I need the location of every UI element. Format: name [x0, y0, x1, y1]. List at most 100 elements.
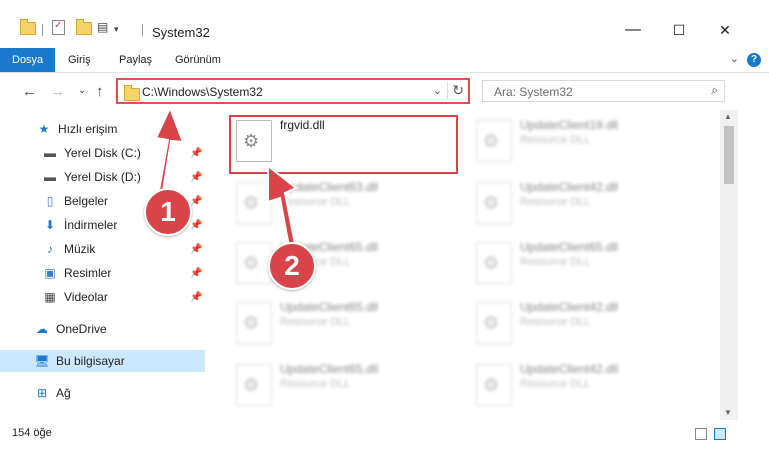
sidebar-item-label: Yerel Disk (D:)	[64, 170, 141, 184]
dll-file-icon	[476, 302, 512, 344]
dll-file-icon	[476, 182, 512, 224]
close-button[interactable]: ✕	[702, 14, 748, 46]
sidebar-item-videos[interactable]: ▦ Videolar 📌	[0, 286, 205, 308]
recent-locations-icon[interactable]: ⌄	[78, 85, 86, 96]
forward-arrow-icon[interactable]: →	[50, 83, 65, 100]
back-arrow-icon[interactable]: ←	[22, 83, 37, 100]
file-item[interactable]: UpdateClient42.dll Resource DLL	[472, 178, 692, 230]
minimize-button[interactable]: —	[610, 14, 656, 46]
step-badge-1: 1	[144, 188, 192, 236]
pictures-icon: ▣	[44, 266, 56, 280]
address-bar[interactable]: C:\Windows\System32 ⌄ ↻	[116, 78, 470, 104]
details-view-icon[interactable]	[695, 428, 707, 440]
file-name: UpdateClient19.dll	[520, 118, 619, 132]
sidebar-item-network[interactable]: ⊞ Ağ	[0, 382, 205, 404]
maximize-button[interactable]: ☐	[656, 14, 702, 46]
cloud-icon: ☁	[36, 322, 48, 336]
file-item[interactable]: UpdateClient42.dll Resource DLL	[472, 360, 692, 412]
dll-file-icon	[476, 120, 512, 162]
sidebar-item-onedrive[interactable]: ☁ OneDrive	[0, 318, 205, 340]
pin-icon: 📌	[190, 171, 203, 183]
file-highlight-box	[229, 115, 458, 174]
sidebar-item-label: Müzik	[64, 242, 96, 256]
file-description: Resource DLL	[520, 196, 591, 208]
quick-access-dropdown-icon[interactable]: ▾	[114, 24, 119, 35]
file-description: Resource DLL	[520, 378, 591, 390]
file-name: UpdateClient65.dll	[280, 362, 379, 376]
sidebar-item-label: Yerel Disk (C:)	[64, 146, 141, 160]
file-item[interactable]: UpdateClient65.dll Resource DLL	[232, 238, 452, 290]
sidebar-item-label: Belgeler	[64, 194, 109, 208]
file-item[interactable]: UpdateClient65.dll Resource DLL	[472, 238, 692, 290]
item-count: 154 öğe	[12, 427, 52, 439]
file-description: Resource DLL	[280, 196, 351, 208]
new-folder-icon[interactable]	[76, 19, 92, 35]
tab-view[interactable]: Görünüm	[175, 48, 221, 72]
sidebar-item-local-disk-d[interactable]: ▬ Yerel Disk (D:) 📌	[0, 166, 205, 188]
help-icon[interactable]: ?	[747, 53, 761, 67]
dll-file-icon	[476, 364, 512, 406]
window-title: System32	[152, 25, 210, 40]
file-item[interactable]: UpdateClient42.dll Resource DLL	[472, 298, 692, 350]
file-description: Resource DLL	[520, 316, 591, 328]
customize-icon[interactable]: ▤	[97, 20, 111, 34]
sidebar-item-label: Videolar	[64, 290, 108, 304]
folder-icon	[20, 19, 36, 35]
dll-file-icon	[236, 364, 272, 406]
search-box[interactable]: ⌕	[482, 80, 725, 102]
sidebar-item-label: Ağ	[56, 386, 71, 400]
separator	[142, 24, 143, 36]
tab-file[interactable]: Dosya	[0, 48, 56, 72]
pin-icon: 📌	[190, 291, 203, 303]
music-icon: ♪	[47, 242, 53, 256]
sidebar-item-this-pc[interactable]: 🖥 Bu bilgisayar	[0, 350, 205, 372]
ribbon-expand-icon[interactable]: ⌄	[730, 52, 739, 65]
file-name: UpdateClient42.dll	[520, 180, 619, 194]
file-item[interactable]: UpdateClient65.dll Resource DLL	[232, 360, 452, 412]
separator	[42, 24, 43, 36]
file-name: UpdateClient63.dll	[280, 180, 379, 194]
address-dropdown-icon[interactable]: ⌄	[433, 84, 442, 97]
title-bar: ✓ ▤ ▾ System32 — ☐ ✕	[0, 0, 769, 46]
file-name: UpdateClient65.dll	[520, 240, 619, 254]
file-item[interactable]: UpdateClient19.dll Resource DLL	[472, 116, 692, 168]
large-icons-view-icon[interactable]	[714, 428, 726, 440]
file-description: Resource DLL	[520, 134, 591, 146]
folder-icon	[124, 85, 140, 101]
up-arrow-icon[interactable]: ↑	[96, 83, 104, 100]
step-badge-2: 2	[268, 242, 316, 290]
sidebar-item-quick-access[interactable]: ★ Hızlı erişim	[0, 118, 205, 140]
search-input[interactable]	[492, 84, 696, 100]
address-path: C:\Windows\System32	[142, 85, 263, 99]
tab-home[interactable]: Giriş	[68, 48, 91, 72]
dll-file-icon	[236, 302, 272, 344]
download-icon: ⬇	[44, 218, 56, 232]
sidebar-item-label: Hızlı erişim	[58, 122, 118, 136]
dll-file-icon	[236, 242, 272, 284]
ribbon: Dosya Giriş Paylaş Görünüm ⌄ ?	[0, 48, 769, 73]
sidebar-item-pictures[interactable]: ▣ Resimler 📌	[0, 262, 205, 284]
file-description: Resource DLL	[280, 316, 351, 328]
file-item[interactable]: UpdateClient63.dll Resource DLL	[232, 178, 452, 230]
file-item[interactable]: UpdateClient65.dll Resource DLL	[232, 298, 452, 350]
drive-icon: ▬	[44, 146, 56, 160]
sidebar-item-label: İndirmeler	[64, 218, 118, 232]
pin-icon: 📌	[190, 147, 203, 159]
pin-icon: 📌	[190, 243, 203, 255]
scroll-up-icon[interactable]: ▲	[724, 112, 732, 121]
dll-file-icon	[236, 182, 272, 224]
scrollbar-thumb[interactable]	[724, 126, 734, 184]
vertical-scrollbar[interactable]: ▲ ▼	[720, 110, 738, 420]
properties-icon[interactable]: ✓	[52, 20, 65, 35]
scroll-down-icon[interactable]: ▼	[724, 408, 732, 417]
refresh-icon[interactable]: ↻	[447, 82, 464, 99]
tab-share[interactable]: Paylaş	[119, 48, 152, 72]
sidebar-item-local-disk-c[interactable]: ▬ Yerel Disk (C:) 📌	[0, 142, 205, 164]
sidebar-item-label: Bu bilgisayar	[56, 354, 125, 368]
computer-icon: 🖥	[34, 354, 50, 368]
file-name: UpdateClient65.dll	[280, 300, 379, 314]
file-name: UpdateClient42.dll	[520, 300, 619, 314]
search-icon[interactable]: ⌕	[711, 83, 718, 98]
star-icon: ★	[38, 122, 50, 136]
sidebar-item-music[interactable]: ♪ Müzik 📌	[0, 238, 205, 260]
